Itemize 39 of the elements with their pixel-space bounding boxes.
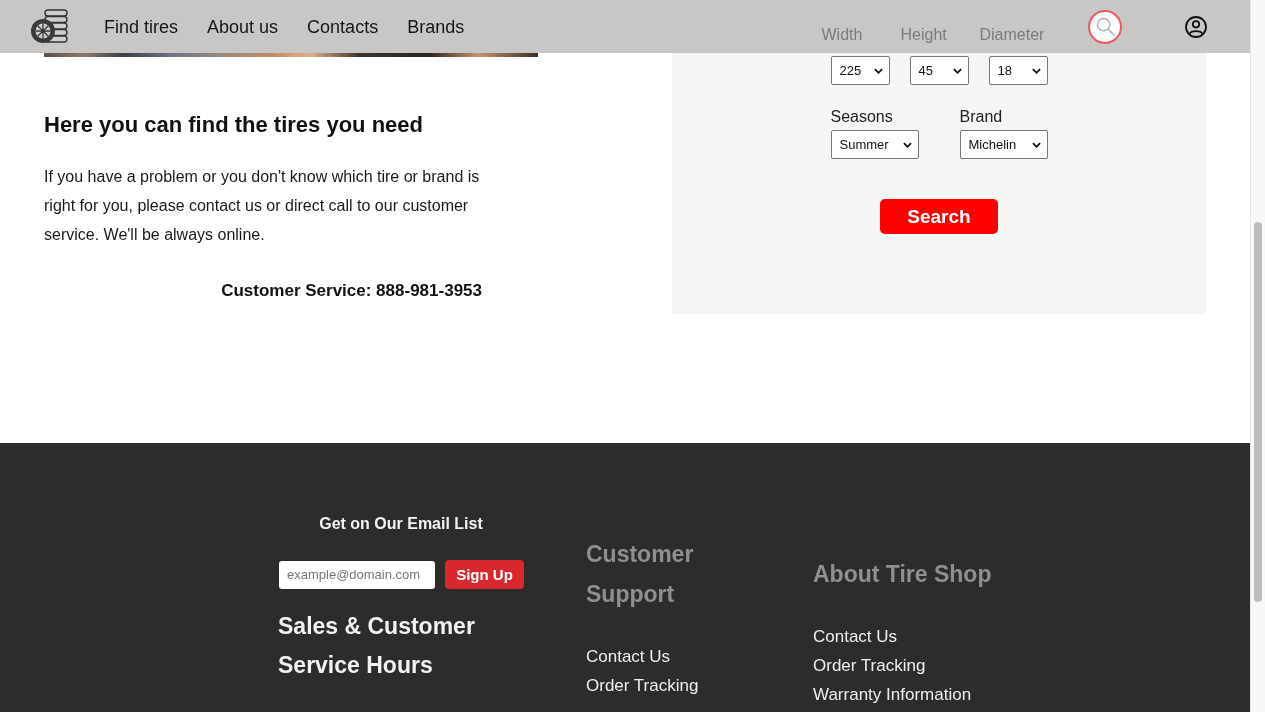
- field-label: Height: [900, 25, 947, 45]
- chevron-down-icon: [952, 67, 962, 74]
- scrollbar-thumb[interactable]: [1254, 222, 1262, 602]
- customer-service-phone: Customer Service: 888-981-3953: [221, 280, 482, 302]
- chevron-down-icon: [1031, 141, 1041, 148]
- dropdown-select[interactable]: 225: [830, 56, 890, 85]
- chevron-down-icon: [1031, 67, 1041, 74]
- nav-link[interactable]: About us: [207, 15, 279, 38]
- field-label: Brand: [959, 107, 1003, 127]
- dropdown-select[interactable]: Michelin: [959, 130, 1048, 159]
- field-label: Width: [821, 25, 863, 45]
- sign-up-button[interactable]: Sign Up: [445, 560, 524, 589]
- column-heading: About Tire Shop: [813, 560, 992, 589]
- footer-link[interactable]: Order Tracking: [813, 651, 926, 680]
- dropdown-select[interactable]: Summer: [830, 130, 919, 159]
- chevron-down-icon: [902, 141, 912, 148]
- intro-heading: Here you can find the tires you need: [44, 112, 423, 138]
- footer-link[interactable]: Contact Us: [586, 642, 671, 671]
- search-button[interactable]: [1088, 9, 1122, 44]
- email-field[interactable]: example@domain.com: [279, 560, 435, 589]
- column-heading: Customer Support: [586, 540, 695, 609]
- tire-logo-icon[interactable]: [30, 8, 68, 45]
- user-icon[interactable]: [1185, 15, 1207, 38]
- chevron-down-icon: [873, 67, 883, 74]
- nav-link[interactable]: Find tires: [104, 15, 179, 38]
- nav-link[interactable]: Brands: [407, 15, 465, 38]
- footer-link[interactable]: Warranty Information: [813, 680, 972, 709]
- nav-link[interactable]: Contacts: [307, 15, 379, 38]
- search-submit-button[interactable]: Search: [880, 199, 998, 234]
- field-label: Diameter: [979, 25, 1045, 45]
- intro-paragraph: If you have a problem or you don't know which tire or brand is right for you, please contact us or direct call to our customer service. We'll be always online.: [44, 167, 481, 245]
- field-label: Seasons: [830, 107, 893, 127]
- dropdown-select[interactable]: 18: [988, 56, 1048, 85]
- footer-link[interactable]: Order Tracking: [586, 671, 699, 700]
- email-list-title: Get on Our Email List: [319, 514, 483, 534]
- hours-heading: Sales & Customer Service Hours: [278, 612, 476, 680]
- footer-link[interactable]: Contact Us: [813, 622, 898, 651]
- dropdown-select[interactable]: 45: [909, 56, 969, 85]
- search-icon: [1095, 17, 1115, 36]
